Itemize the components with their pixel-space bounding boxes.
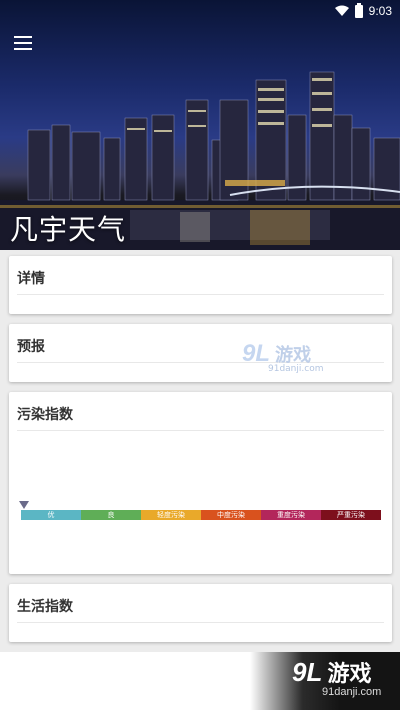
watermark-text: 游戏	[275, 345, 312, 366]
aqi-scale-segment: 良	[81, 510, 141, 520]
watermark-mark: 9L	[242, 340, 271, 367]
status-bar: 9:03	[0, 0, 400, 22]
card-divider	[17, 362, 384, 363]
header-banner: 凡宇天气	[0, 0, 400, 250]
forecast-title: 预报	[17, 339, 45, 355]
aqi-scale: 优良轻度污染 中度污染 重度污染 严重污染	[21, 510, 381, 520]
life-index-card[interactable]: 生活指数	[9, 584, 392, 642]
wifi-icon	[334, 5, 349, 17]
aqi-scale-segment: 轻度污染	[141, 510, 201, 520]
app-title: 凡宇天气	[10, 213, 127, 246]
bottom-watermark-mark: 9L	[292, 657, 323, 687]
details-card[interactable]: 详情	[9, 256, 392, 314]
forecast-card[interactable]: 预报	[9, 324, 392, 382]
aqi-marker-icon	[19, 501, 29, 509]
card-divider	[17, 294, 384, 295]
aqi-scale-segment: 中度污染	[201, 510, 261, 520]
pollution-title: 污染指数	[17, 407, 73, 423]
card-divider	[17, 622, 384, 623]
pollution-card[interactable]: 污染指数 优良轻度污染 中度污染 重度污染 严重污染	[9, 392, 392, 574]
aqi-scale-segment: 优	[21, 510, 81, 520]
status-time: 9:03	[368, 4, 392, 18]
aqi-scale-segment: 严重污染	[321, 510, 381, 520]
watermark-url: 91danji.com	[268, 364, 324, 374]
battery-icon	[354, 2, 363, 18]
bottom-watermark-text: 游戏	[327, 662, 372, 687]
aqi-scale-segment: 重度污染	[261, 510, 321, 520]
details-title: 详情	[17, 271, 45, 287]
bottom-watermark-url: 91danji.com	[322, 686, 382, 698]
menu-icon[interactable]	[14, 36, 32, 50]
card-divider	[17, 430, 384, 431]
life-index-title: 生活指数	[17, 599, 73, 615]
bottom-watermark-logo: 9L 游戏 91danji.com	[292, 656, 381, 698]
watermark-logo: 9L 游戏 91danji.com	[242, 340, 323, 374]
